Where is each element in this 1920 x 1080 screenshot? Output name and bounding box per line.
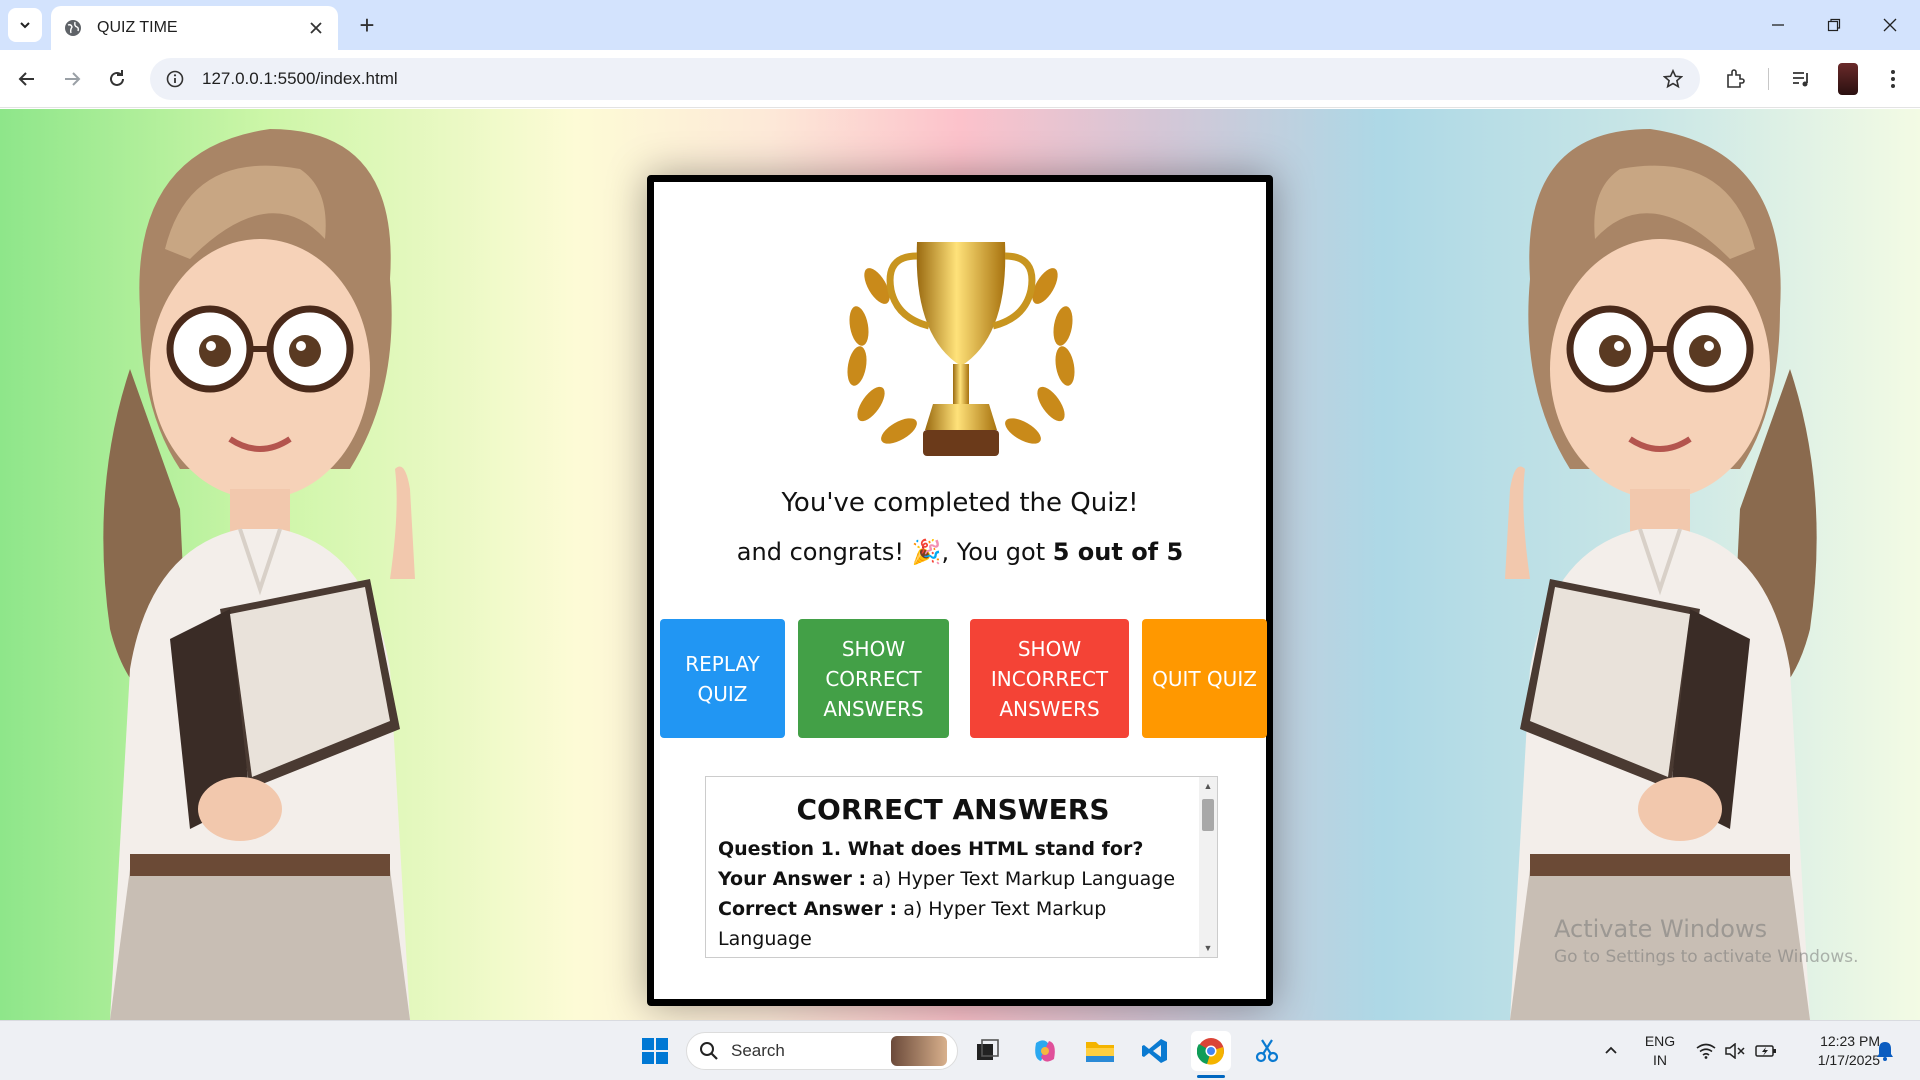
active-app-indicator [1197, 1075, 1225, 1078]
restore-icon[interactable] [1806, 0, 1862, 50]
arrow-right-icon [65, 72, 81, 86]
battery-icon[interactable] [1752, 1021, 1780, 1080]
trophy-icon [847, 242, 1075, 456]
completion-message: You've completed the Quiz! [781, 488, 1139, 518]
notification-bell-icon[interactable] [1870, 1021, 1900, 1080]
taskbar-search-box[interactable]: Search [686, 1032, 958, 1070]
search-highlight-image [891, 1036, 947, 1066]
close-tab-icon[interactable] [306, 18, 326, 38]
watermark-title: Activate Windows [1554, 915, 1768, 943]
show-hidden-icons-chevron-icon[interactable] [1596, 1021, 1626, 1080]
reload-button[interactable] [100, 62, 134, 96]
score-value: 5 out of 5 [1052, 538, 1184, 566]
answers-scrollbar[interactable]: ▲ ▼ [1199, 777, 1217, 957]
media-controls-icon[interactable] [1784, 62, 1818, 96]
browser-tab-bar: QUIZ TIME + [0, 0, 1920, 50]
correct-answer-label: Correct Answer : [718, 898, 898, 920]
quiz-result-card: You've completed the Quiz! and congrats!… [647, 175, 1273, 1006]
back-button[interactable] [10, 62, 44, 96]
copilot-icon[interactable] [1025, 1031, 1065, 1071]
close-window-icon[interactable] [1862, 0, 1918, 50]
globe-icon [63, 18, 83, 38]
file-explorer-icon[interactable] [1080, 1031, 1120, 1071]
minimize-icon[interactable] [1750, 0, 1806, 50]
teacher-illustration-right [1505, 129, 1817, 1020]
your-answer-row: Your Answer : a) Hyper Text Markup Langu… [718, 864, 1188, 894]
site-info-icon[interactable] [164, 68, 186, 90]
chrome-icon[interactable] [1191, 1031, 1231, 1071]
task-view-icon[interactable] [968, 1031, 1008, 1071]
search-icon [700, 1042, 718, 1060]
tab-search-button[interactable] [8, 8, 42, 42]
language-code: ENG [1644, 1033, 1676, 1049]
page-viewport: You've completed the Quiz! and congrats!… [0, 109, 1920, 1020]
replay-quiz-button[interactable]: REPLAY QUIZ [660, 619, 785, 738]
clock-date: 1/17/2025 [1817, 1052, 1880, 1068]
toolbar-divider [1768, 68, 1769, 90]
question-text: Question 1. What does HTML stand for? [718, 838, 1144, 860]
tab-title: QUIZ TIME [97, 19, 178, 36]
correct-answer-row: Correct Answer : a) Hyper Text Markup La… [718, 894, 1188, 954]
snipping-tool-icon[interactable] [1247, 1031, 1287, 1071]
activate-windows-watermark: Activate Windows Go to Settings to activ… [1554, 915, 1859, 967]
language-indicator[interactable]: ENG IN [1640, 1032, 1680, 1070]
volume-muted-icon[interactable] [1722, 1021, 1748, 1080]
windows-start-icon[interactable] [635, 1031, 675, 1071]
address-bar[interactable]: 127.0.0.1:5500/index.html [150, 58, 1700, 100]
answers-panel[interactable]: CORRECT ANSWERS Question 1. What does HT… [705, 776, 1218, 958]
region-code: IN [1653, 1052, 1667, 1068]
wifi-icon[interactable] [1693, 1021, 1719, 1080]
scrollbar-thumb[interactable] [1202, 799, 1214, 831]
your-answer-value: a) Hyper Text Markup Language [866, 868, 1176, 890]
clock-time: 12:23 PM [1820, 1033, 1880, 1049]
vscode-icon[interactable] [1135, 1031, 1175, 1071]
reload-icon [110, 70, 124, 86]
extensions-icon[interactable] [1718, 62, 1752, 96]
show-incorrect-answers-button[interactable]: SHOW INCORRECT ANSWERS [970, 619, 1129, 738]
answers-panel-title: CORRECT ANSWERS [796, 793, 1110, 826]
teacher-illustration-left [103, 129, 415, 1020]
windows-taskbar: Search ENG IN 12:23 PM 1/17/2025 [0, 1020, 1920, 1080]
quit-quiz-button[interactable]: QUIT QUIZ [1142, 619, 1267, 738]
system-clock[interactable]: 12:23 PM 1/17/2025 [1790, 1032, 1880, 1070]
show-correct-answers-button[interactable]: SHOW CORRECT ANSWERS [798, 619, 949, 738]
chevron-down-icon [20, 22, 30, 29]
forward-button[interactable] [55, 62, 89, 96]
arrow-left-icon [18, 72, 34, 86]
watermark-subtitle: Go to Settings to activate Windows. [1554, 947, 1859, 967]
search-label: Search [731, 1041, 785, 1060]
more-menu-icon[interactable] [1876, 62, 1910, 96]
bookmark-star-icon[interactable] [1658, 64, 1688, 94]
answers-content: CORRECT ANSWERS Question 1. What does HT… [706, 777, 1200, 957]
score-prefix: and congrats! 🎉, You got [736, 538, 1053, 566]
score-message: and congrats! 🎉, You got 5 out of 5 [654, 538, 1266, 566]
url-text: 127.0.0.1:5500/index.html [202, 69, 398, 88]
browser-toolbar: 127.0.0.1:5500/index.html [0, 50, 1920, 108]
profile-avatar[interactable] [1838, 63, 1858, 95]
scroll-up-icon[interactable]: ▲ [1199, 777, 1217, 795]
scroll-down-icon[interactable]: ▼ [1199, 939, 1217, 957]
browser-tab[interactable]: QUIZ TIME [51, 6, 338, 50]
your-answer-label: Your Answer : [718, 868, 867, 890]
new-tab-button[interactable]: + [352, 10, 382, 40]
